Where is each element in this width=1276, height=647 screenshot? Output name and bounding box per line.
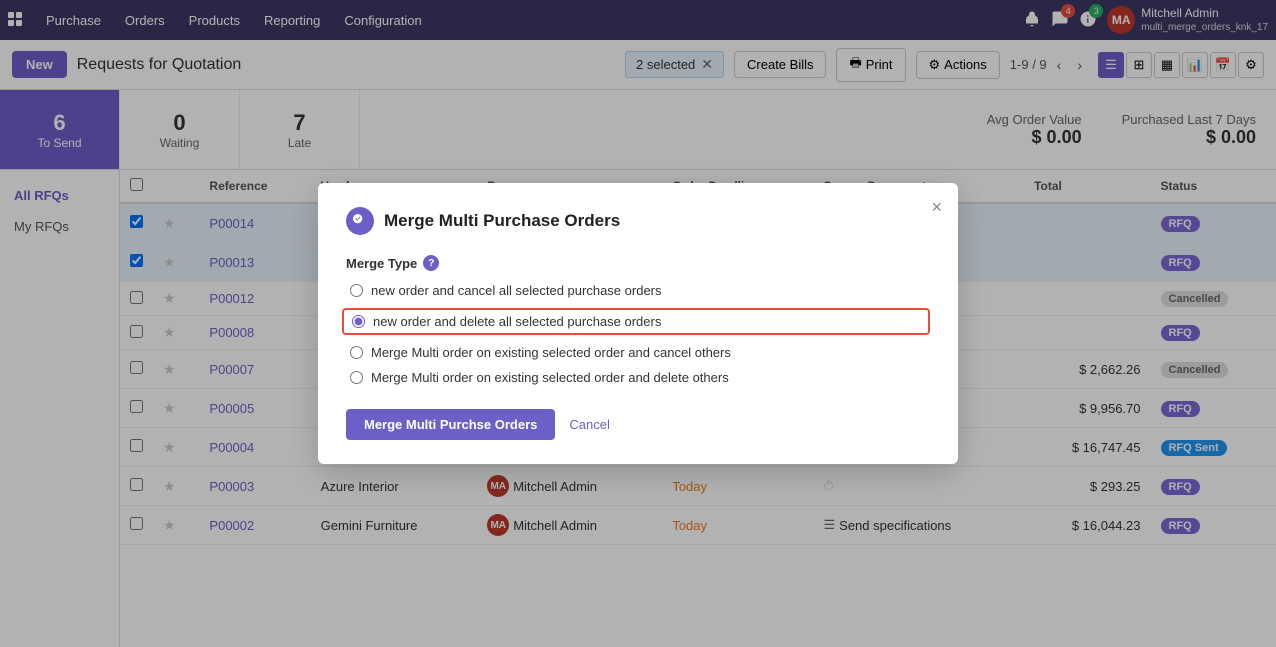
merge-option-3[interactable]: Merge Multi order on existing selected o… (350, 345, 930, 360)
modal-title: Merge Multi Purchase Orders (384, 211, 620, 231)
merge-option-4-radio[interactable] (350, 371, 363, 384)
merge-option-3-radio[interactable] (350, 346, 363, 359)
merge-option-4-label: Merge Multi order on existing selected o… (371, 370, 729, 385)
cancel-modal-button[interactable]: Cancel (565, 409, 613, 440)
merge-options: new order and cancel all selected purcha… (350, 283, 930, 385)
modal-overlay: Merge Multi Purchase Orders × Merge Type… (0, 0, 1276, 647)
modal-header: Merge Multi Purchase Orders (346, 207, 930, 235)
merge-option-2[interactable]: new order and delete all selected purcha… (342, 308, 930, 335)
help-icon[interactable]: ? (423, 255, 439, 271)
confirm-merge-button[interactable]: Merge Multi Purchse Orders (346, 409, 555, 440)
merge-option-1[interactable]: new order and cancel all selected purcha… (350, 283, 930, 298)
merge-option-3-label: Merge Multi order on existing selected o… (371, 345, 731, 360)
modal-close-button[interactable]: × (931, 197, 942, 218)
merge-option-2-radio[interactable] (352, 315, 365, 328)
merge-type-label: Merge Type ? (346, 255, 930, 271)
merge-option-4[interactable]: Merge Multi order on existing selected o… (350, 370, 930, 385)
merge-option-1-radio[interactable] (350, 284, 363, 297)
merge-modal: Merge Multi Purchase Orders × Merge Type… (318, 183, 958, 464)
merge-option-2-label: new order and delete all selected purcha… (373, 314, 661, 329)
modal-icon (346, 207, 374, 235)
modal-footer: Merge Multi Purchse Orders Cancel (346, 409, 930, 440)
merge-option-1-label: new order and cancel all selected purcha… (371, 283, 662, 298)
